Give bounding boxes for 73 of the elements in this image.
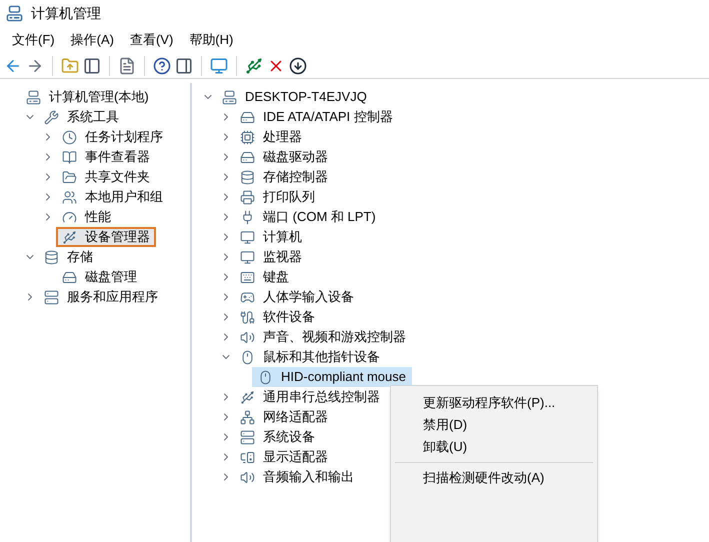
tree-item[interactable]: 性能 <box>56 207 117 227</box>
mouse-icon <box>258 370 273 384</box>
keyboard-icon <box>240 270 255 284</box>
tree-item[interactable]: 端口 (COM 和 LPT) <box>234 207 382 227</box>
tools-icon <box>44 110 59 124</box>
server-icon <box>44 290 59 304</box>
device-icon <box>62 230 77 244</box>
tree-item[interactable]: 磁盘管理 <box>56 267 143 287</box>
menu-item[interactable]: 操作(A) <box>62 27 122 53</box>
context-menu-item[interactable]: 禁用(D) <box>391 414 597 436</box>
tree-item[interactable]: 音频输入和输出 <box>234 467 360 487</box>
tree-item[interactable]: DESKTOP-T4EJVJQ <box>216 87 373 107</box>
tree-item[interactable]: 共享文件夹 <box>56 167 156 187</box>
tree-item[interactable]: 磁盘驱动器 <box>234 147 334 167</box>
tree-item[interactable]: 本地用户和组 <box>56 187 169 207</box>
tree-item[interactable]: 鼠标和其他指针设备 <box>234 347 386 367</box>
log-book-icon <box>62 150 77 164</box>
tree-item[interactable]: 任务计划程序 <box>56 127 169 147</box>
tree-item[interactable]: 通用串行总线控制器 <box>234 387 386 407</box>
speaker-icon <box>240 330 255 344</box>
usb-icon <box>240 390 255 404</box>
context-menu-item[interactable]: 卸载(U) <box>391 436 597 458</box>
tree-item[interactable]: 显示适配器 <box>234 447 334 467</box>
tree-item[interactable]: 人体学输入设备 <box>234 287 360 307</box>
properties-icon[interactable] <box>118 56 136 74</box>
folder-icon <box>62 170 77 184</box>
menu-item[interactable]: 帮助(H) <box>181 27 242 53</box>
menu-item[interactable]: 文件(F) <box>4 27 63 53</box>
help-icon[interactable] <box>153 56 171 74</box>
tree-item[interactable]: 事件查看器 <box>56 147 156 167</box>
tree-item[interactable]: 声音、视频和游戏控制器 <box>234 327 412 347</box>
device-icon <box>240 310 255 324</box>
tree-item[interactable]: 处理器 <box>234 127 308 147</box>
tree-item[interactable]: 计算机 <box>234 227 308 247</box>
storage-icon <box>240 170 255 184</box>
clock-icon <box>62 130 77 144</box>
tree-item[interactable]: 软件设备 <box>234 307 321 327</box>
tree-item[interactable]: 系统设备 <box>234 427 321 447</box>
users-icon <box>62 190 77 204</box>
tree-item[interactable]: 服务和应用程序 <box>38 287 164 307</box>
tree-item[interactable]: 打印队列 <box>234 187 321 207</box>
tree-item[interactable]: 设备管理器 <box>56 227 156 247</box>
mouse-icon <box>240 350 255 364</box>
monitor-icon <box>240 230 255 244</box>
computer-icon <box>26 90 41 104</box>
tree-item[interactable]: 存储控制器 <box>234 167 334 187</box>
input-device-icon <box>240 290 255 304</box>
storage-icon <box>44 250 59 264</box>
gauge-icon <box>62 210 77 224</box>
speaker-icon <box>240 470 255 484</box>
tree-item[interactable]: HID-compliant mouse <box>252 367 412 387</box>
monitor-icon[interactable] <box>210 56 228 74</box>
network-icon <box>240 410 255 424</box>
monitor-icon <box>240 250 255 264</box>
context-menu-item[interactable]: 扫描检测硬件改动(A) <box>391 467 597 489</box>
tree-pane-icon[interactable] <box>83 56 101 74</box>
tree-item[interactable]: 存储 <box>38 247 99 267</box>
tree-item[interactable]: 系统工具 <box>38 107 125 127</box>
tree-item[interactable]: 监视器 <box>234 247 308 267</box>
tree-item[interactable]: 网络适配器 <box>234 407 334 427</box>
printer-icon <box>240 190 255 204</box>
chip-icon <box>240 130 255 144</box>
menu-item[interactable]: 查看(V) <box>122 27 182 53</box>
tree-item[interactable]: IDE ATA/ATAPI 控制器 <box>234 107 399 127</box>
tree-item[interactable]: 键盘 <box>234 267 295 287</box>
computer-icon <box>222 90 237 104</box>
action-pane-icon[interactable] <box>175 56 193 74</box>
app-icon <box>6 5 23 22</box>
context-menu-item[interactable]: 更新驱动程序软件(P)... <box>391 392 597 414</box>
tree-item[interactable]: 计算机管理(本地) <box>20 87 155 107</box>
down-arrow-circle-icon[interactable] <box>289 56 307 74</box>
window-title: 计算机管理 <box>31 4 101 23</box>
controller-icon <box>240 110 255 124</box>
